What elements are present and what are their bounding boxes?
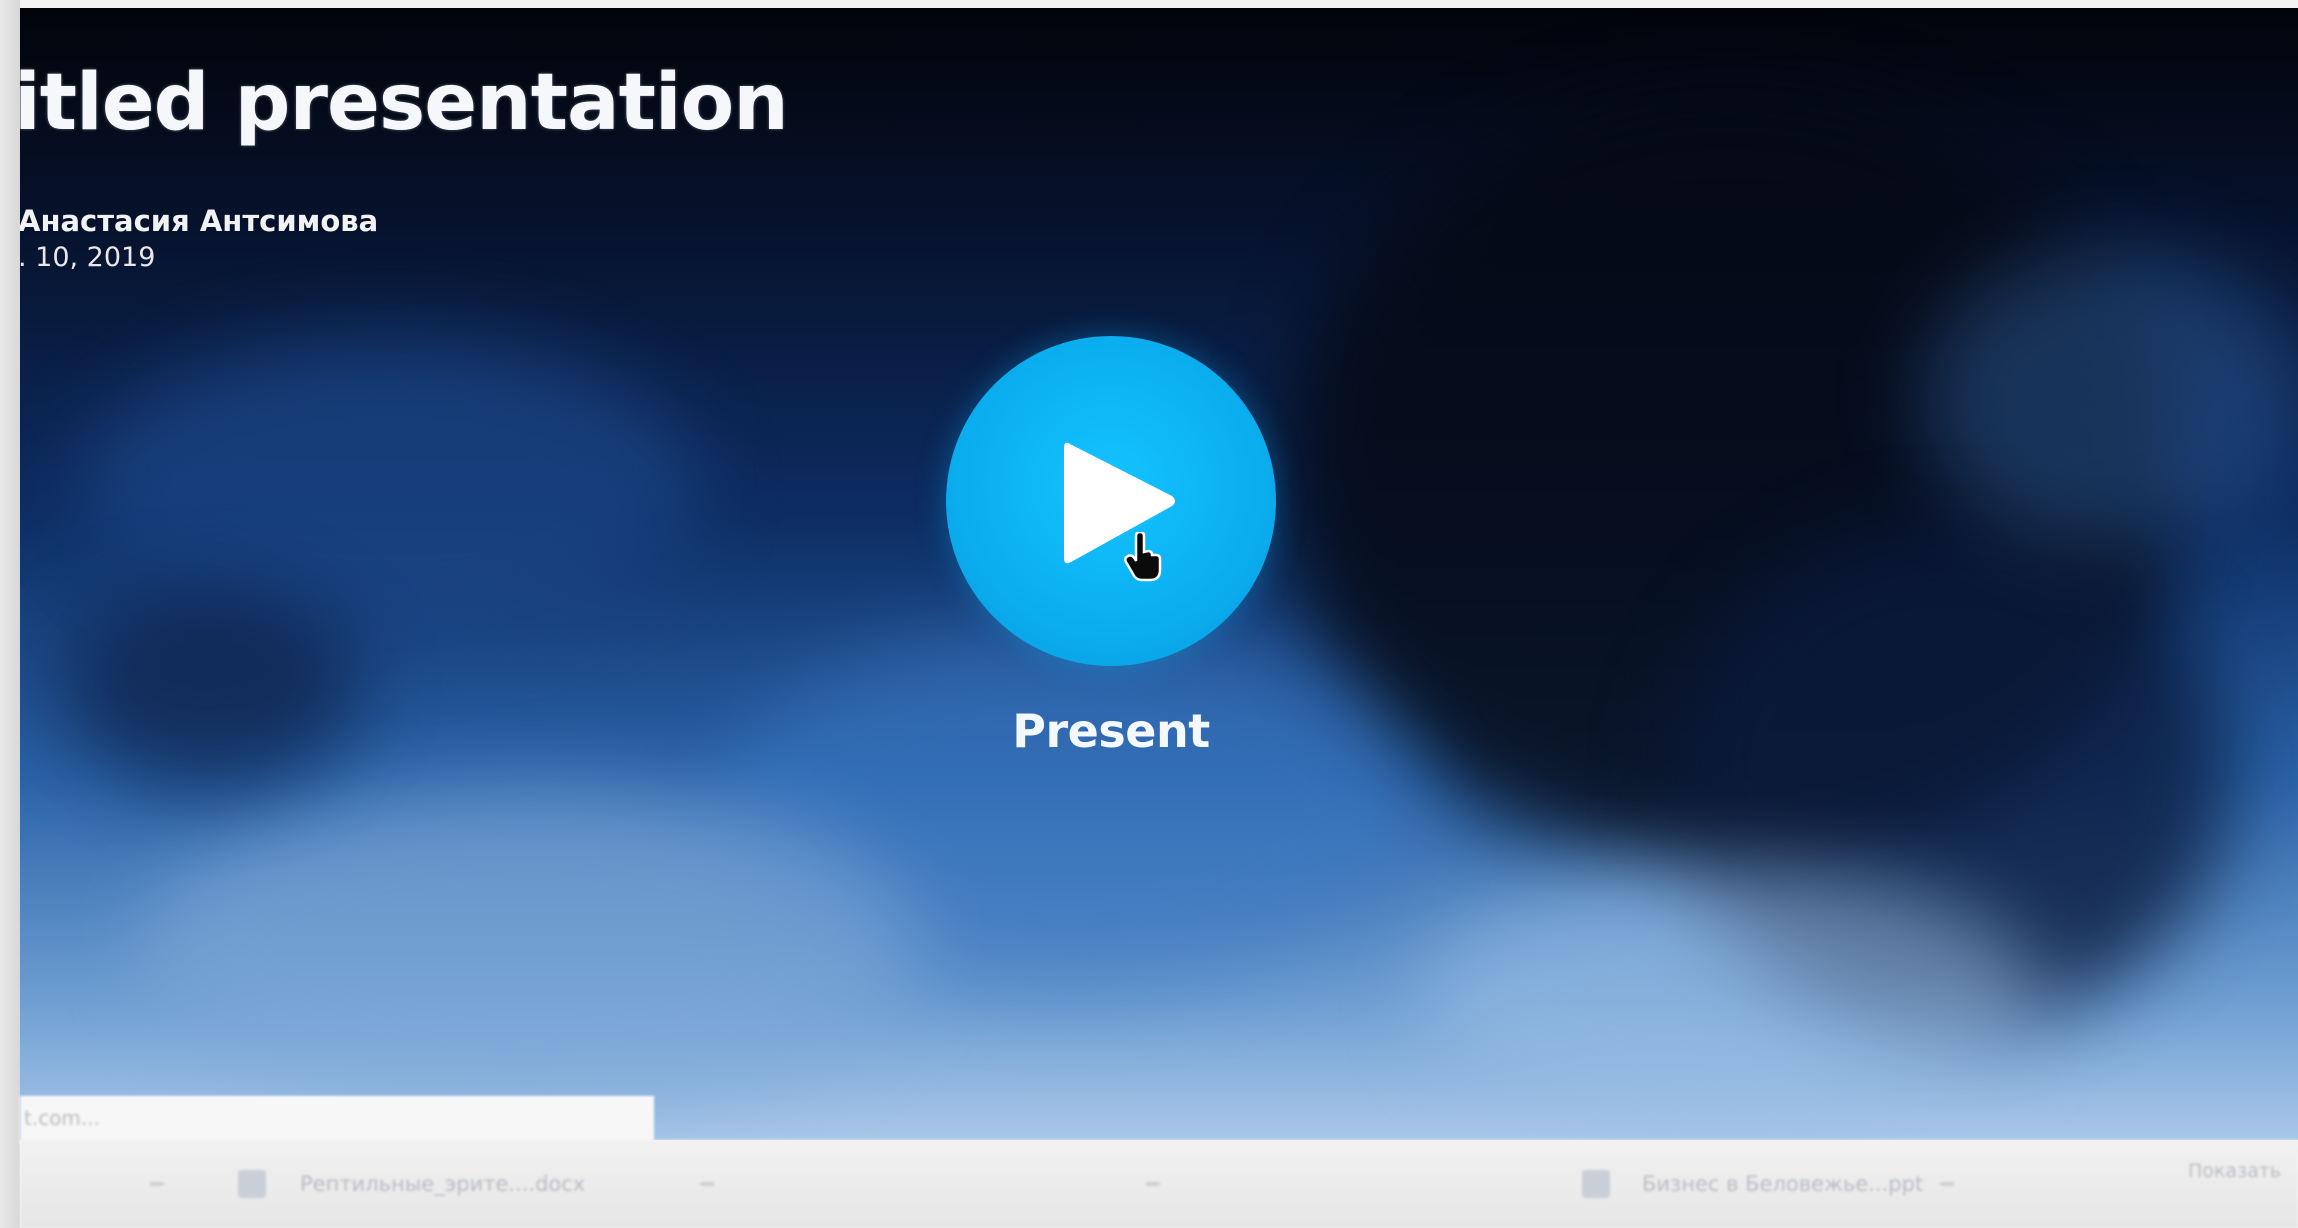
show-all-link[interactable]: Показать <box>2188 1160 2281 1182</box>
presentation-date: . 10, 2019 <box>20 242 156 273</box>
hand-cursor-icon <box>1124 532 1162 582</box>
background-cloud <box>1920 248 2298 548</box>
background-cloud <box>60 588 360 788</box>
presentation-cover: itled presentation Анастасия Антсимова .… <box>20 8 2298 1140</box>
chevron-icon[interactable] <box>1940 1182 1954 1186</box>
presentation-icon <box>1582 1170 1610 1198</box>
chevron-icon[interactable] <box>700 1182 714 1186</box>
present-label[interactable]: Present <box>911 704 1311 758</box>
download-tab-label: t.com... <box>24 1106 100 1130</box>
presentation-title: itled presentation <box>20 58 789 148</box>
play-icon <box>1064 442 1175 564</box>
download-item-label[interactable]: Рептильные_эрите....docx <box>300 1172 585 1196</box>
screen-bezel <box>0 0 20 1228</box>
background-cloud <box>1420 868 2040 1128</box>
document-icon <box>238 1170 266 1198</box>
download-item-label[interactable]: Бизнес в Беловежье...ppt <box>1642 1172 1923 1196</box>
present-button[interactable] <box>946 336 1276 666</box>
download-bar: Рептильные_эрите....docx Бизнес в Белове… <box>20 1140 2298 1228</box>
screen: itled presentation Анастасия Антсимова .… <box>0 0 2298 1228</box>
background-cloud <box>140 788 920 1108</box>
chevron-icon[interactable] <box>1146 1182 1160 1186</box>
chevron-icon[interactable] <box>150 1182 164 1186</box>
presentation-author: Анастасия Антсимова <box>20 204 379 238</box>
download-bar-tab[interactable]: t.com... <box>20 1096 654 1144</box>
